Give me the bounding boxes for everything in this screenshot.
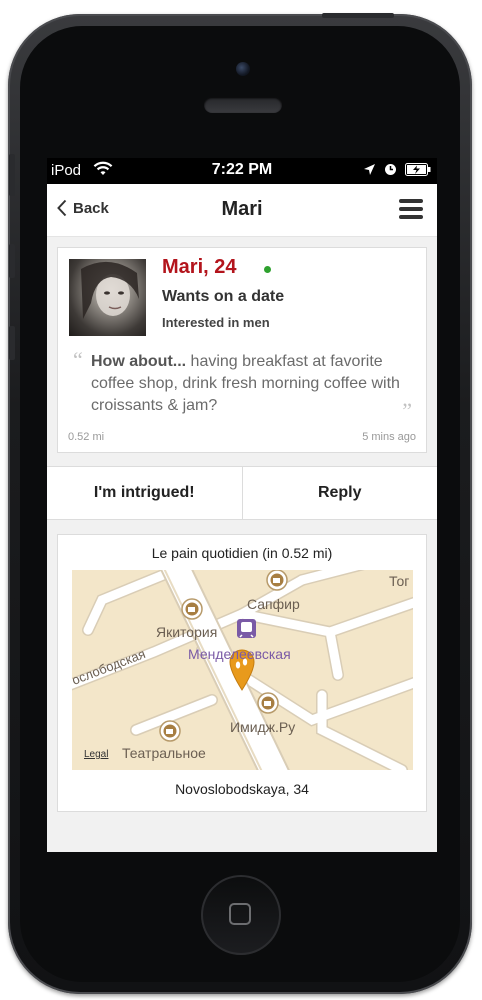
map-label-yakitoriya: Якитория bbox=[156, 624, 217, 640]
time-ago-label: 5 mins ago bbox=[362, 431, 416, 443]
map-label-mendeleevskaya: Менделеевская bbox=[188, 646, 291, 662]
venue-title: Le pain quotidien (in 0.52 mi) bbox=[151, 545, 333, 561]
app-screen: iPod 7:22 PM Back Mari Mari, 24 Wants on… bbox=[47, 158, 437, 852]
front-camera bbox=[236, 62, 250, 76]
map-label-imidzh: Имидж.Ру bbox=[230, 719, 295, 735]
home-square-icon bbox=[229, 903, 251, 925]
reply-button[interactable]: Reply bbox=[241, 467, 438, 519]
profile-interest: Interested in men bbox=[162, 315, 270, 330]
page-title: Mari bbox=[221, 198, 263, 220]
metro-station-icon[interactable] bbox=[237, 619, 256, 638]
close-quote-icon: ” bbox=[402, 398, 412, 423]
profile-card[interactable]: Mari, 24 Wants on a date Interested in m… bbox=[57, 247, 427, 453]
menu-icon[interactable] bbox=[399, 199, 423, 221]
location-arrow-icon bbox=[364, 164, 375, 175]
quote-lead: How about... bbox=[91, 353, 187, 370]
volume-up-button bbox=[9, 244, 15, 278]
online-status-dot bbox=[264, 266, 271, 273]
avatar[interactable] bbox=[69, 259, 146, 336]
profile-name-age: Mari, 24 bbox=[162, 256, 237, 278]
map-view[interactable]: Сапфир Якитория Менделеевская ослободска… bbox=[72, 570, 413, 770]
mute-switch bbox=[9, 154, 15, 196]
map-legal-link[interactable]: Legal bbox=[84, 749, 108, 760]
coffee-cafe-icon[interactable] bbox=[159, 720, 181, 742]
profile-status: Wants on a date bbox=[162, 288, 285, 305]
action-bar: I'm intrigued! Reply bbox=[47, 466, 437, 520]
map-label-top: Тог bbox=[389, 573, 409, 589]
map-label-teatralnoe: Театральное bbox=[122, 745, 206, 761]
earpiece-speaker bbox=[204, 97, 282, 113]
location-card: Le pain quotidien (in 0.52 mi) Сапфир Як… bbox=[57, 534, 427, 812]
volume-down-button bbox=[9, 326, 15, 360]
distance-label: 0.52 mi bbox=[68, 431, 105, 443]
content-area: Mari, 24 Wants on a date Interested in m… bbox=[47, 237, 437, 852]
battery-charging-icon bbox=[405, 163, 431, 176]
navigation-bar: Back Mari bbox=[47, 184, 437, 237]
home-button[interactable] bbox=[201, 875, 281, 955]
open-quote-icon: “ bbox=[73, 347, 83, 372]
coffee-cafe-icon[interactable] bbox=[257, 692, 279, 714]
profile-quote: How about... having breakfast at favorit… bbox=[91, 351, 413, 417]
venue-address: Novoslobodskaya, 34 bbox=[175, 781, 309, 797]
alarm-clock-icon bbox=[385, 164, 396, 175]
status-bar: iPod 7:22 PM bbox=[47, 158, 437, 184]
coffee-cafe-icon[interactable] bbox=[266, 570, 288, 591]
map-label-sapfir: Сапфир bbox=[247, 596, 300, 612]
intrigued-button[interactable]: I'm intrigued! bbox=[47, 467, 242, 519]
coffee-cafe-icon[interactable] bbox=[181, 598, 203, 620]
sleep-button bbox=[322, 13, 394, 18]
